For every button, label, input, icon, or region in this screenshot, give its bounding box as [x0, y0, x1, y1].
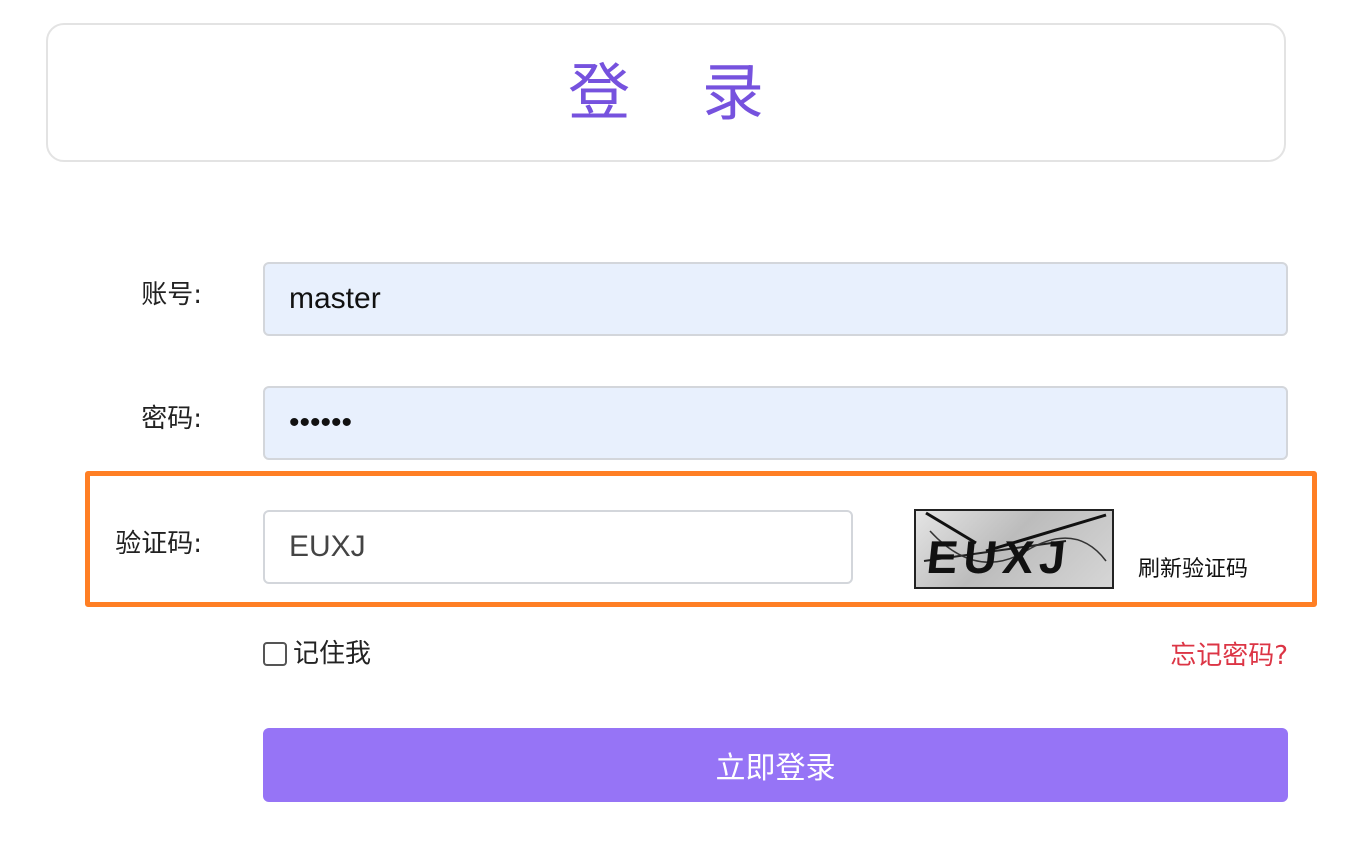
account-input[interactable] [263, 262, 1288, 336]
title-panel: 登 录 [46, 23, 1286, 162]
captcha-image-graphic: EUXJ [923, 511, 1107, 583]
captcha-image-text: EUXJ [924, 531, 1074, 583]
forgot-password-link[interactable]: 忘记密码? [1170, 643, 1288, 669]
captcha-label: 验证码: [115, 529, 202, 559]
captcha-input[interactable] [263, 510, 853, 584]
page-title: 登 录 [568, 55, 790, 129]
checkbox-icon[interactable] [263, 642, 287, 666]
remember-me-label: 记住我 [293, 639, 372, 669]
refresh-captcha-link[interactable]: 刷新验证码 [1138, 559, 1248, 581]
account-label: 账号: [141, 280, 202, 310]
login-button[interactable]: 立即登录 [263, 728, 1288, 802]
password-input[interactable] [263, 386, 1288, 460]
password-label: 密码: [141, 404, 202, 434]
remember-me[interactable]: 记住我 [263, 641, 371, 667]
login-page: 登 录 账号: 密码: 验证码: EUXJ 刷新验证码 记住我 忘记密码? 立即… [0, 0, 1358, 843]
captcha-image[interactable]: EUXJ [914, 509, 1114, 589]
